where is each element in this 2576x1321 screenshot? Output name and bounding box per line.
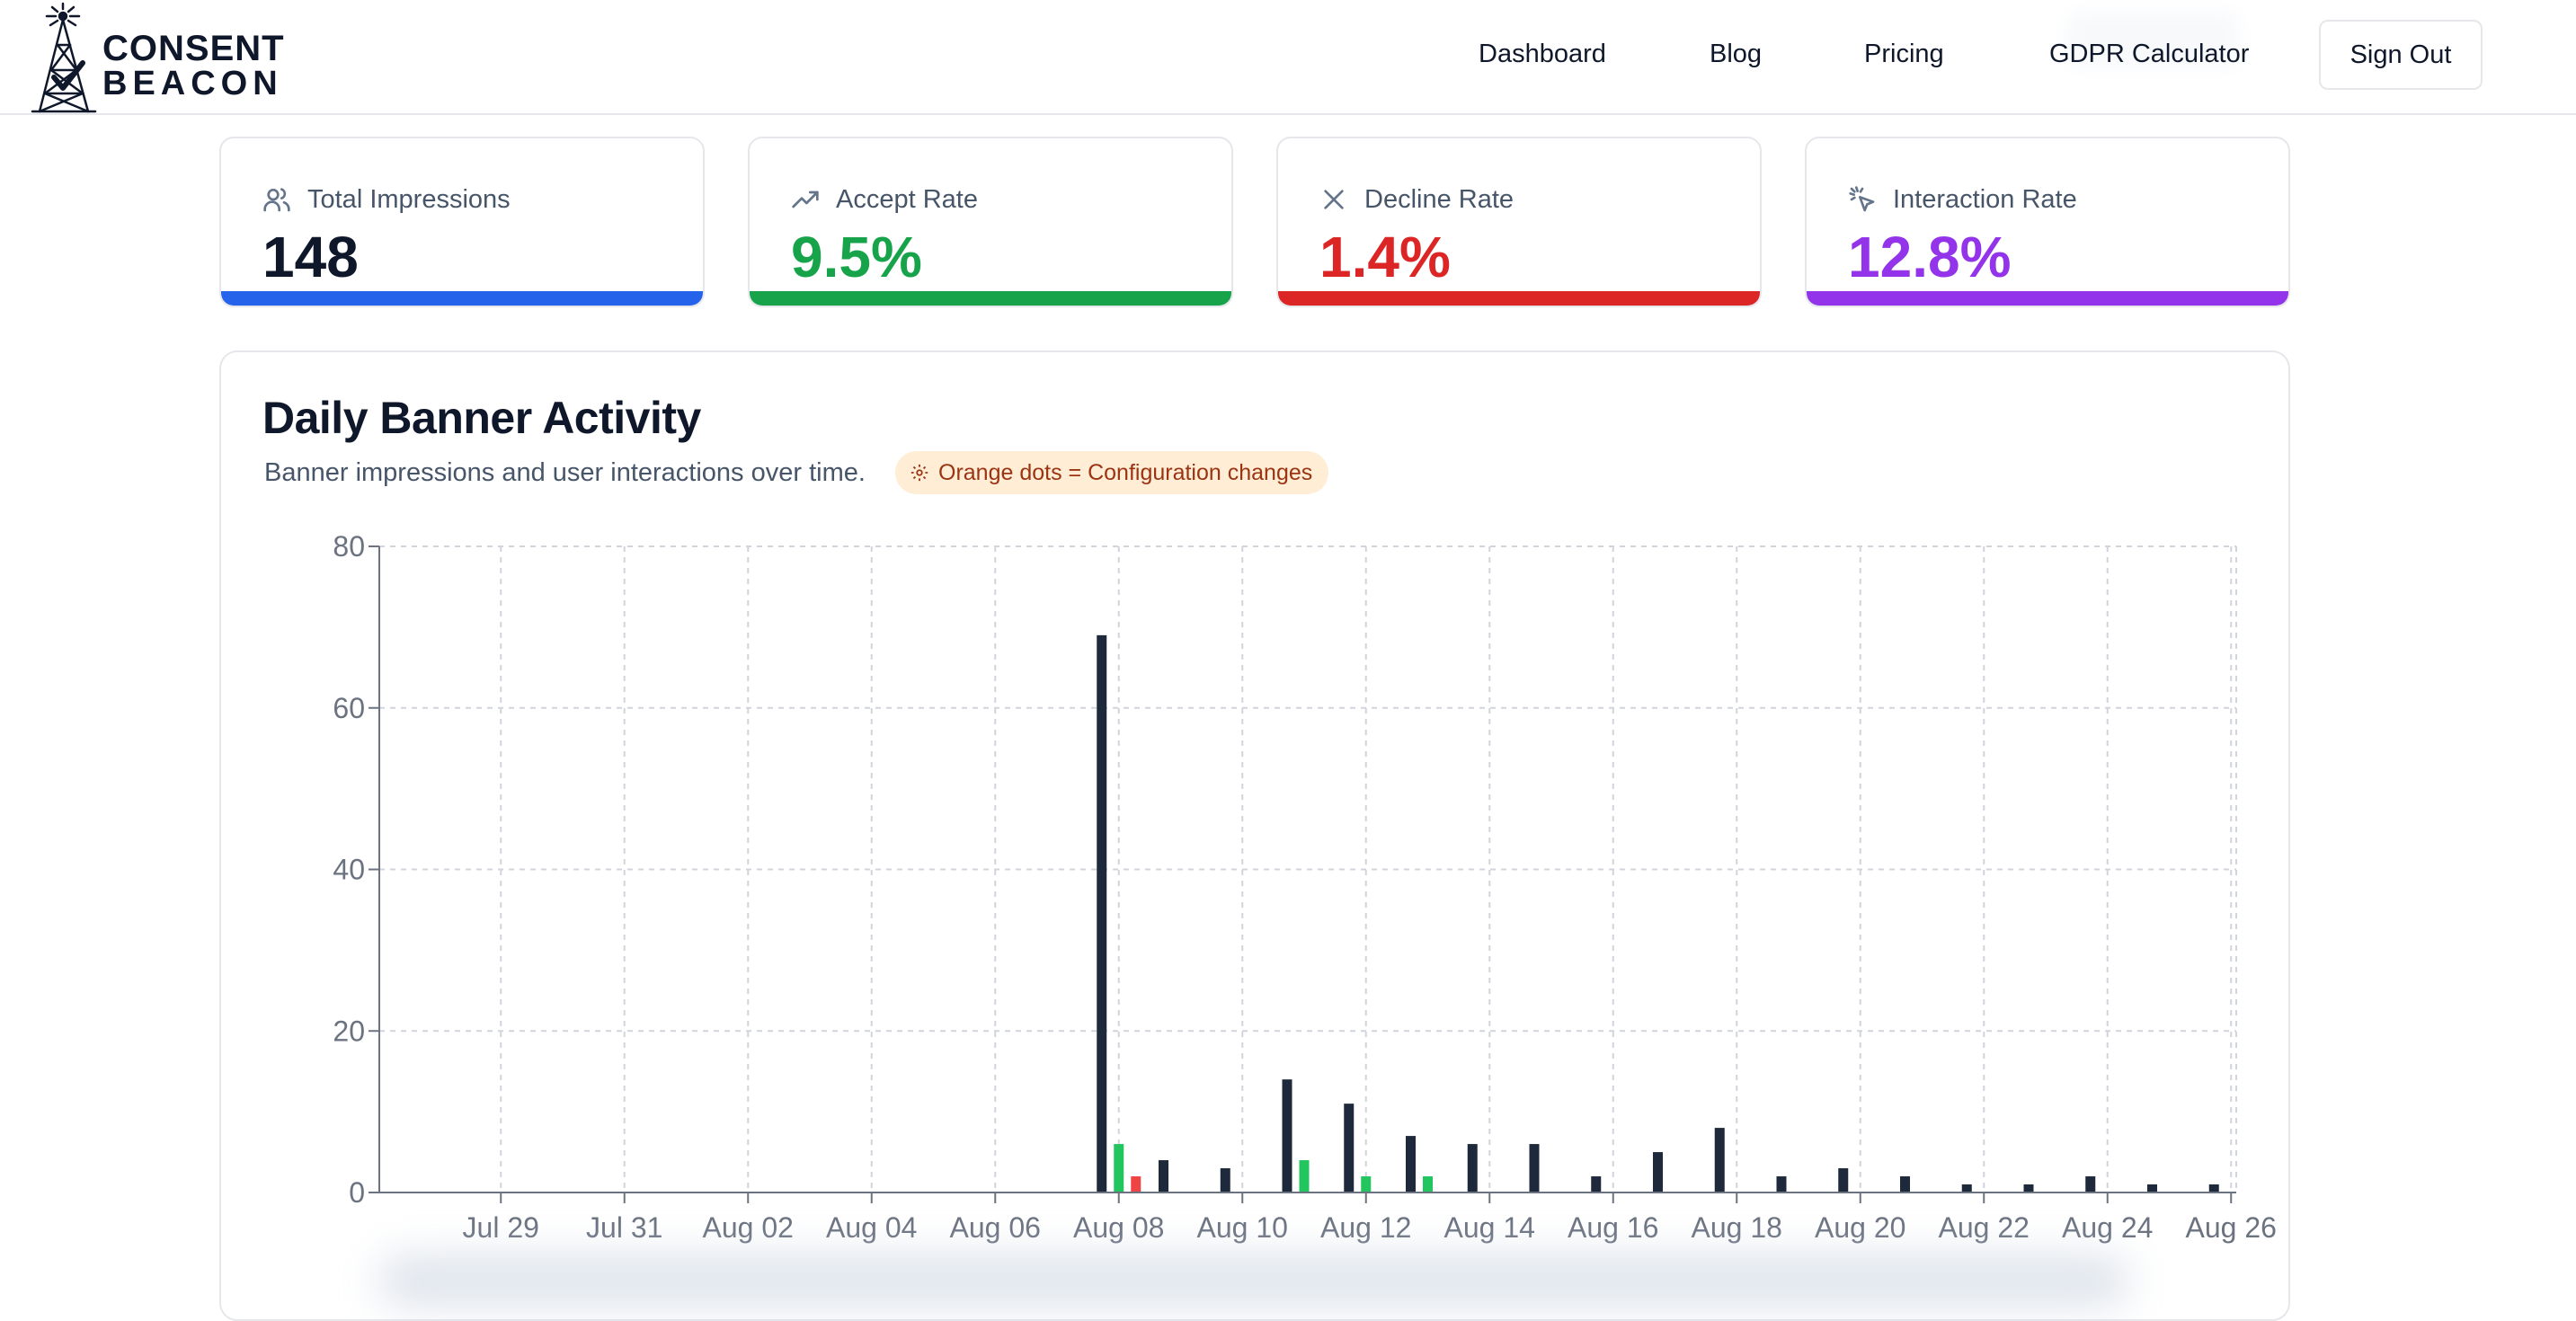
bar-impressions [1529,1144,1540,1192]
blurred-backdrop-footer [378,1254,2130,1308]
bar-accepts [1299,1160,1310,1192]
x-tick-label: Aug 06 [950,1211,1041,1244]
y-tick-label: 40 [333,854,365,886]
x-tick-label: Jul 29 [463,1211,539,1244]
bar-accepts [1423,1176,1433,1192]
bar-declines [1131,1176,1141,1192]
x-tick-label: Aug 22 [1939,1211,2030,1244]
bar-impressions [1097,634,1107,1192]
x-tick-label: Aug 18 [1692,1211,1782,1244]
bar-impressions [1776,1176,1787,1192]
bar-impressions [1467,1144,1478,1192]
x-tick-label: Aug 24 [2062,1211,2153,1244]
bar-impressions [1653,1152,1663,1192]
x-tick-label: Aug 08 [1073,1211,1164,1244]
bar-impressions [1838,1168,1849,1192]
x-tick-label: Aug 14 [1444,1211,1535,1244]
bar-impressions [1900,1176,1910,1192]
x-tick-label: Aug 26 [2186,1211,2277,1244]
bar-impressions [1344,1104,1355,1192]
x-tick-label: Aug 16 [1568,1211,1658,1244]
bar-impressions [2208,1184,2219,1192]
bar-impressions [1406,1136,1416,1192]
bar-impressions [1961,1184,1972,1192]
y-tick-label: 80 [333,530,365,563]
bar-accepts [1361,1176,1372,1192]
bar-accepts [1114,1144,1124,1192]
x-tick-label: Aug 20 [1815,1211,1905,1244]
y-tick-label: 20 [333,1015,365,1047]
bar-impressions [1591,1176,1602,1192]
bar-impressions [1714,1128,1725,1192]
x-tick-label: Jul 31 [586,1211,662,1244]
x-tick-label: Aug 12 [1320,1211,1411,1244]
bar-impressions [1220,1168,1230,1192]
bar-impressions [2085,1176,2096,1192]
x-tick-label: Aug 10 [1197,1211,1288,1244]
bar-impressions [1159,1160,1168,1192]
bar-impressions [2147,1184,2157,1192]
bar-impressions [2023,1184,2034,1192]
y-tick-label: 0 [349,1176,365,1209]
bar-impressions [1282,1079,1292,1192]
y-tick-label: 60 [333,692,365,724]
x-tick-label: Aug 04 [826,1211,917,1244]
x-tick-label: Aug 02 [703,1211,794,1244]
daily-activity-bar-chart: 0 20 40 60 80 Jul 29 Jul 31 Aug 02 Aug 04 Aug 06 A… [333,530,2277,1244]
